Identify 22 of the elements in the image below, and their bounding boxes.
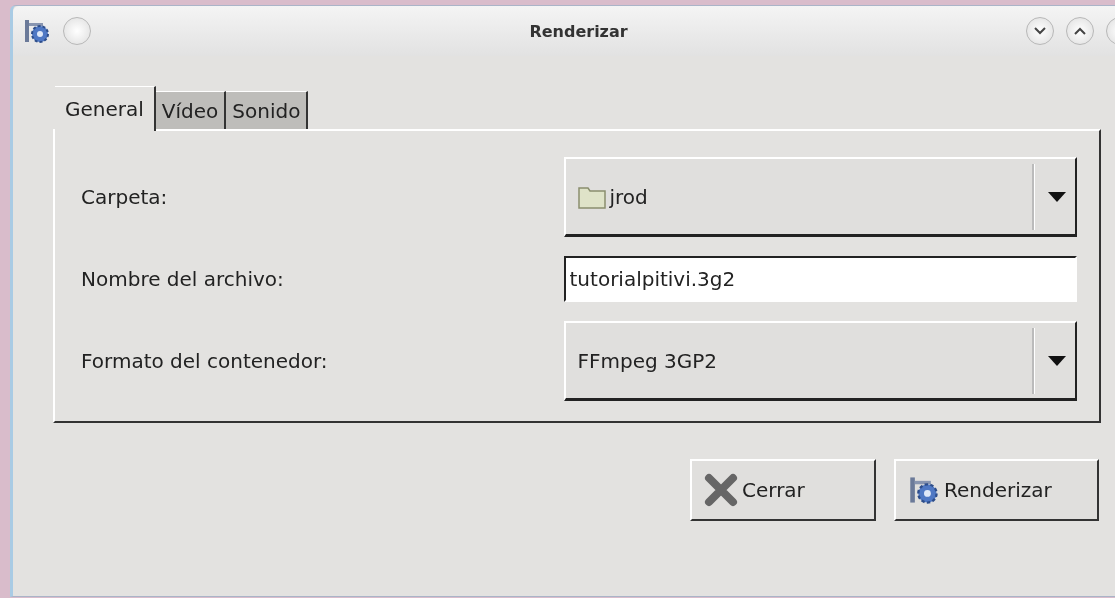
folder-icon: [577, 184, 606, 209]
chevron-down-icon: [1034, 27, 1046, 35]
dropdown-arrow-icon: [1047, 354, 1067, 367]
window-title: Renderizar: [528, 21, 629, 41]
minimize-button[interactable]: [1026, 17, 1054, 45]
tab[interactable]: Sonido: [226, 91, 309, 129]
maximize-button[interactable]: [1066, 17, 1094, 45]
render-icon: [908, 474, 940, 506]
field-label: Nombre del archivo:: [81, 267, 285, 291]
field-label: Formato del contenedor:: [81, 349, 329, 373]
tab[interactable]: General: [55, 86, 156, 131]
close-icon: [704, 473, 738, 507]
field-label: Carpeta:: [81, 185, 169, 209]
render-icon: [23, 17, 51, 45]
close-button[interactable]: Cerrar: [690, 459, 876, 521]
render-button[interactable]: Renderizar: [894, 459, 1099, 521]
dropdown[interactable]: FFmpeg 3GP2: [563, 321, 1077, 401]
chevron-up-icon: [1074, 27, 1086, 35]
tab[interactable]: Vídeo: [155, 91, 227, 129]
dropdown[interactable]: jrod: [563, 157, 1077, 237]
dropdown-arrow-icon: [1047, 190, 1067, 203]
input-field[interactable]: tutorialpitivi.3g2: [563, 256, 1077, 302]
